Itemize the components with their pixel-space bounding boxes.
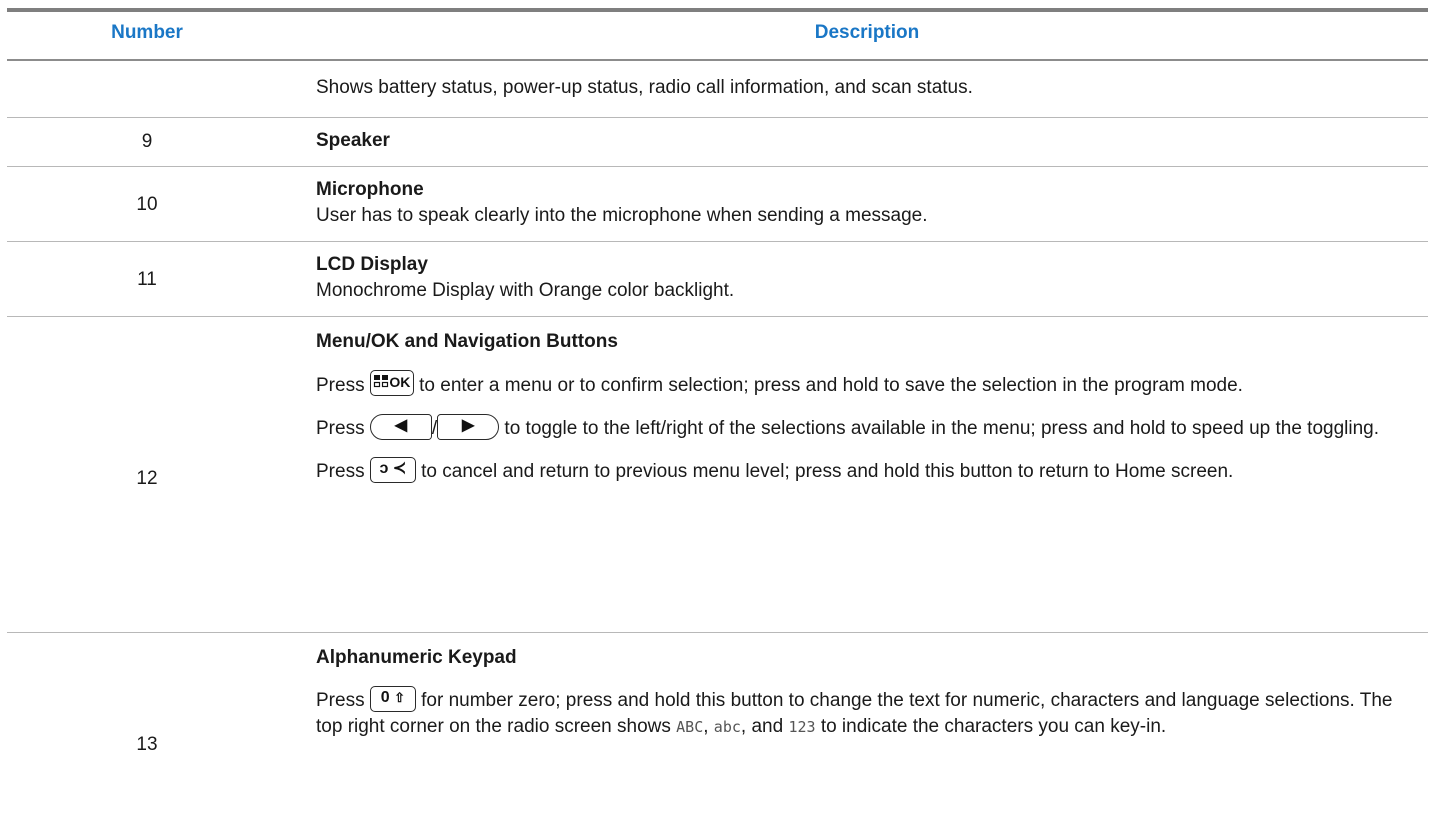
row-paragraph: Press ◀ / ▶ to toggle to the left/right of… [316, 414, 1418, 442]
table-top-rule [7, 8, 1428, 12]
row-paragraph: Press 0 ⇧ for number zero; press and hol… [316, 686, 1418, 740]
mode-indicator: ABC [676, 718, 704, 736]
back-key-icon: ↄ ≺ [369, 457, 416, 483]
row-divider [7, 241, 1428, 242]
mode-indicator: abc [713, 718, 741, 736]
row-description: Shows battery status, power-up status, r… [316, 77, 973, 98]
zero-shift-key-icon: 0 ⇧ [369, 686, 416, 712]
row-divider [7, 316, 1428, 317]
row-number: 13 [136, 734, 158, 755]
row-divider [7, 632, 1428, 633]
row-title: Speaker [316, 130, 390, 151]
row-paragraph: Press OK to enter a menu or to confirm s… [316, 370, 1418, 399]
row-description: User has to speak clearly into the micro… [316, 205, 928, 226]
row-title: LCD Display [316, 254, 428, 275]
row-number: 11 [137, 269, 157, 290]
row-number: 10 [136, 194, 158, 215]
row-divider [7, 166, 1428, 167]
row-number: 12 [136, 468, 158, 489]
row-divider [7, 117, 1428, 118]
row-title: Alphanumeric Keypad [316, 647, 517, 668]
mode-indicator: 123 [788, 718, 816, 736]
header-rule [7, 59, 1428, 61]
row-number: 9 [141, 131, 153, 152]
header-description: Description [814, 22, 920, 43]
row-title: Menu/OK and Navigation Buttons [316, 331, 618, 352]
menu-ok-key-icon: OK [369, 370, 414, 396]
header-number: Number [111, 22, 183, 43]
row-description: Monochrome Display with Orange color bac… [316, 280, 735, 301]
row-paragraph: Press ↄ ≺ to cancel and return to previo… [316, 457, 1418, 485]
left-arrow-key-icon: ◀ [369, 414, 432, 440]
right-arrow-key-icon: ▶ [437, 414, 500, 440]
row-title: Microphone [316, 179, 424, 200]
